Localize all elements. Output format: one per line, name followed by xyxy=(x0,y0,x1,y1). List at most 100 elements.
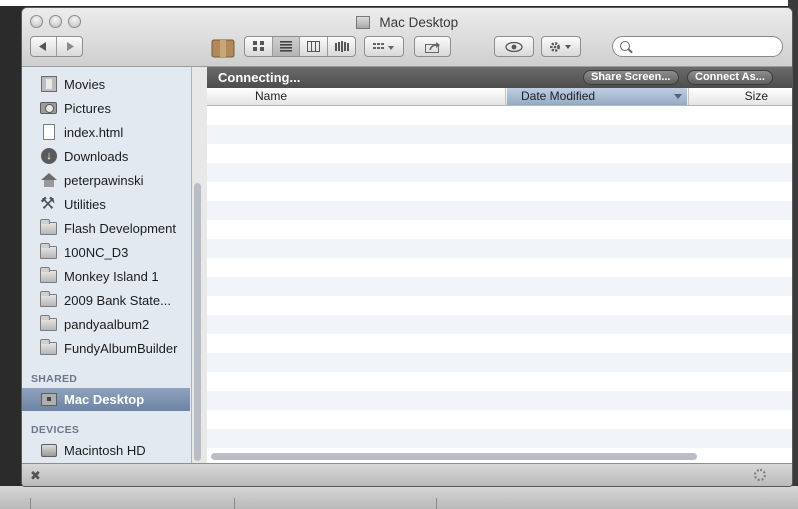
list-view-icon xyxy=(280,41,292,52)
connection-status-text: Connecting... xyxy=(218,70,301,85)
list-row xyxy=(207,391,792,410)
sidebar-item-bank-statements[interactable]: 2009 Bank State... xyxy=(22,288,190,312)
sidebar-item-downloads[interactable]: ↓ Downloads xyxy=(22,144,190,168)
list-row xyxy=(207,277,792,296)
connection-status-bar: Connecting... Share Screen... Connect As… xyxy=(207,67,792,88)
icon-view-button[interactable] xyxy=(245,37,273,56)
sidebar-item-pandyaalbum2[interactable]: pandyaalbum2 xyxy=(22,312,190,336)
connect-as-button[interactable]: Connect As... xyxy=(687,70,773,85)
search-field[interactable] xyxy=(612,36,783,57)
window-title: Mac Desktop xyxy=(379,15,459,31)
dock-separator xyxy=(234,498,235,509)
movies-icon xyxy=(41,76,57,92)
folder-icon xyxy=(40,291,57,307)
utilities-icon: ⚒ xyxy=(40,194,56,213)
list-row xyxy=(207,296,792,315)
forward-arrow-icon xyxy=(67,42,74,51)
sidebar-item-fundyalbumbuilder[interactable]: FundyAlbumBuilder xyxy=(22,336,190,360)
sidebar-item-label: pandyaalbum2 xyxy=(64,316,150,332)
cover-flow-icon xyxy=(334,41,349,52)
share-icon xyxy=(424,41,440,53)
sidebar-item-label: peterpawinski xyxy=(64,172,144,188)
sidebar-item-label: Downloads xyxy=(64,148,129,164)
cover-flow-view-button[interactable] xyxy=(328,37,355,56)
sidebar-item-macintosh-hd[interactable]: Macintosh HD xyxy=(22,438,190,462)
arrange-button[interactable] xyxy=(364,36,404,57)
list-row xyxy=(207,334,792,353)
home-icon xyxy=(41,173,57,187)
list-row xyxy=(207,372,792,391)
view-mode-control xyxy=(244,36,356,57)
column-header: Name Date Modified Size xyxy=(207,88,792,106)
action-menu-button[interactable] xyxy=(541,36,581,57)
sidebar-item-pictures[interactable]: Pictures xyxy=(22,96,190,120)
column-name[interactable]: Name xyxy=(207,88,506,105)
list-row xyxy=(207,258,792,277)
sidebar-item-home[interactable]: peterpawinski xyxy=(22,168,190,192)
file-list xyxy=(207,106,792,456)
sidebar-item-index-html[interactable]: index.html xyxy=(22,120,190,144)
column-date-modified[interactable]: Date Modified xyxy=(507,88,687,105)
list-row xyxy=(207,144,792,163)
package-icon[interactable] xyxy=(211,36,235,58)
sidebar-item-label: 2009 Bank State... xyxy=(64,292,171,308)
sidebar-item-100nc-d3[interactable]: 100NC_D3 xyxy=(22,240,190,264)
dock xyxy=(0,486,798,509)
sidebar-item-utilities[interactable]: ⚒ Utilities xyxy=(22,192,190,216)
sidebar-item-label: Flash Development xyxy=(64,220,176,236)
forward-button[interactable] xyxy=(57,37,82,56)
sidebar-item-label: Movies xyxy=(64,76,106,92)
gear-icon xyxy=(550,41,571,52)
share-screen-button[interactable]: Share Screen... xyxy=(583,70,679,85)
hard-disk-icon xyxy=(41,444,57,457)
search-input[interactable] xyxy=(635,39,779,56)
list-row xyxy=(207,106,792,125)
column-date-label: Date Modified xyxy=(521,89,596,103)
folder-icon xyxy=(40,267,57,283)
sidebar-item-movies[interactable]: Movies xyxy=(22,72,190,96)
sidebar-item-label: FundyAlbumBuilder xyxy=(64,340,178,356)
sidebar-item-label: Pictures xyxy=(64,100,111,116)
network-computer-icon xyxy=(41,392,57,406)
list-row xyxy=(207,163,792,182)
bottom-status-bar: ✖ xyxy=(22,463,792,486)
sort-descending-icon xyxy=(674,94,682,99)
sidebar-item-label: 100NC_D3 xyxy=(64,244,129,260)
sidebar-item-label: Utilities xyxy=(64,196,106,212)
share-button[interactable] xyxy=(414,36,451,57)
quick-look-button[interactable] xyxy=(494,36,534,57)
desktop-background xyxy=(0,0,798,6)
dock-separator xyxy=(436,498,437,509)
list-row xyxy=(207,410,792,429)
folder-icon xyxy=(40,315,57,331)
sidebar-item-monkey-island[interactable]: Monkey Island 1 xyxy=(22,264,190,288)
back-button[interactable] xyxy=(31,37,57,56)
pictures-icon xyxy=(40,102,57,114)
list-row xyxy=(207,220,792,239)
list-row xyxy=(207,429,792,448)
back-forward-control xyxy=(30,36,83,57)
sidebar-item-flash-development[interactable]: Flash Development xyxy=(22,216,190,240)
dock-separator xyxy=(30,498,31,509)
list-row xyxy=(207,315,792,334)
title-bar[interactable]: Mac Desktop xyxy=(22,8,792,67)
column-view-button[interactable] xyxy=(300,37,328,56)
sidebar-scrollbar[interactable] xyxy=(194,183,201,461)
finder-window: Mac Desktop Movies Pictures index.html ↓… xyxy=(22,8,792,486)
list-view-button[interactable] xyxy=(273,37,300,56)
sidebar-item-mac-desktop[interactable]: Mac Desktop xyxy=(22,388,190,411)
horizontal-scrollbar[interactable] xyxy=(211,453,697,460)
list-row xyxy=(207,353,792,372)
folder-icon xyxy=(40,243,57,259)
back-arrow-icon xyxy=(39,42,46,51)
list-row xyxy=(207,201,792,220)
loading-spinner-icon xyxy=(754,469,766,481)
list-row xyxy=(207,182,792,201)
eye-icon xyxy=(505,41,523,52)
package-icon-graphic xyxy=(211,39,235,58)
column-size[interactable]: Size xyxy=(688,88,792,105)
window-title-area: Mac Desktop xyxy=(22,14,792,32)
sidebar-item-label: Monkey Island 1 xyxy=(64,268,159,284)
sidebar-item-label: Mac Desktop xyxy=(64,392,145,407)
pin-icon: ✖ xyxy=(30,468,41,483)
